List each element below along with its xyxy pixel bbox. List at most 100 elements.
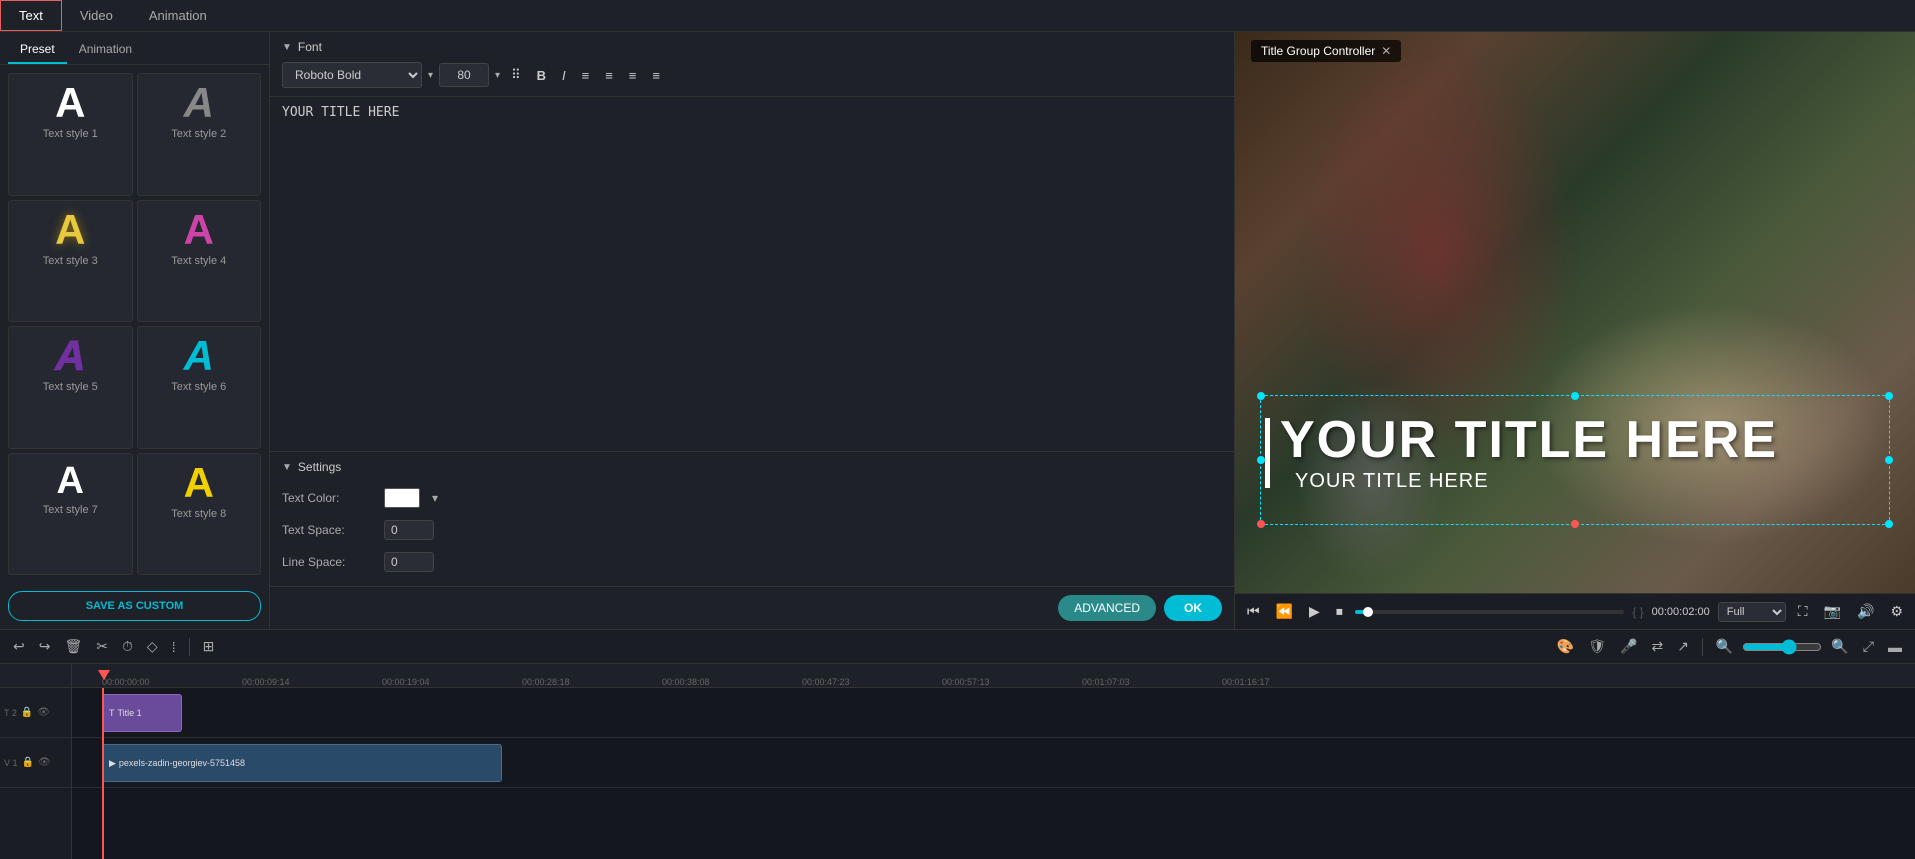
split-button[interactable]: ⁞ [167,637,181,657]
tab-animation-left[interactable]: Animation [67,36,144,64]
main-title-text: YOUR TITLE HERE YOUR TITLE HERE [1280,414,1778,493]
progress-thumb[interactable] [1363,607,1373,617]
style-card-s1[interactable]: AText style 1 [8,73,133,196]
tab-video[interactable]: Video [62,0,131,31]
ruler-spacer [0,664,71,688]
font-select[interactable]: Roboto Bold [282,62,422,88]
title-group-controller-badge: Title Group Controller ✕ [1251,40,1401,62]
title-clip[interactable]: T Title 1 [102,694,182,732]
text-color-label: Text Color: [282,491,372,505]
video-clip-icon: ▶ [109,758,116,769]
video-clip[interactable]: ▶ pexels-zadin-georgiev-5751458 [102,744,502,782]
tab-animation[interactable]: Animation [131,0,225,31]
style-card-s6[interactable]: AText style 6 [137,326,262,449]
style-label-s7: Text style 7 [43,504,98,516]
progress-bar[interactable] [1355,610,1624,614]
toolbar-separator-2 [1702,638,1703,656]
camera-button[interactable]: 📷 [1820,601,1845,622]
transition-button[interactable]: ⇄ [1646,636,1668,657]
settings-button[interactable]: ⚙ [1886,601,1907,622]
quality-select[interactable]: Full Half Quarter [1718,602,1786,622]
style-card-s2[interactable]: AText style 2 [137,73,262,196]
audio-button[interactable]: 🔊 [1853,601,1878,622]
tab-preset[interactable]: Preset [8,36,67,64]
align-center-button[interactable]: ≡ [600,65,618,86]
redo-button[interactable]: ↪ [34,636,56,657]
color-grading-button[interactable]: 🎨 [1552,636,1579,657]
font-select-arrow: ▾ [428,70,433,81]
title-clip-label: Title 1 [118,708,142,718]
style-card-s5[interactable]: AText style 5 [8,326,133,449]
timeline-ruler[interactable]: 00:00:00:00 00:00:09:14 00:00:19:04 00:0… [72,664,1915,688]
text-space-row: Text Space: [282,514,1222,546]
zoom-slider[interactable] [1742,639,1822,655]
center-bottom-bar: ADVANCED OK [270,586,1234,629]
ruler-tick-5: 00:00:47:23 [802,677,850,687]
ruler-tick-6: 00:00:57:13 [942,677,990,687]
handle-mid-left[interactable] [1257,456,1265,464]
text-space-input[interactable] [384,520,434,540]
save-as-custom-button[interactable]: SAVE AS CUSTOM [8,591,261,621]
multi-cam-button[interactable]: ⊞ [198,636,220,657]
style-card-s3[interactable]: AText style 3 [8,200,133,323]
handle-top-mid[interactable] [1571,392,1579,400]
time-display: 00:00:02:00 [1652,606,1710,618]
ruler-tick-2: 00:00:19:04 [382,677,430,687]
columns-icon[interactable]: ⠿ [506,64,526,86]
timeline-area: ↩ ↪ 🗑 ✂ ⏱ ◇ ⁞ ⊞ 🎨 🛡 🎤 ⇄ ↗ 🔍 🔍 ⤢ ▬ T 2 [0,629,1915,859]
color-dropdown-arrow[interactable]: ▾ [432,491,438,505]
style-letter-s2: A [184,82,214,124]
font-section: ▼ Font Roboto Bold ▾ ▾ ⠿ B I ≡ ≡ ≡ ≡ [270,32,1234,97]
stop-button[interactable]: ⏹ [1332,601,1347,622]
ruler-tick-1: 00:00:09:14 [242,677,290,687]
style-card-s4[interactable]: AText style 4 [137,200,262,323]
delete-button[interactable]: 🗑 [59,636,87,657]
align-left-button[interactable]: ≡ [577,65,595,86]
bold-button[interactable]: B [532,65,551,86]
track-eye-icon-2[interactable]: 👁 [37,707,50,718]
style-card-s7[interactable]: AText style 7 [8,453,133,576]
handle-bottom-left[interactable] [1257,520,1265,528]
fullscreen-button[interactable]: ⛶ [1794,601,1812,622]
style-label-s6: Text style 6 [171,381,226,393]
history-button[interactable]: ⏱ [117,636,138,657]
expand-button[interactable]: ▬ [1883,637,1907,657]
align-justify-button[interactable]: ≡ [647,65,665,86]
title-text-input[interactable]: YOUR TITLE HERE [282,105,1222,443]
track-lock-icon-1[interactable]: 🔒 [22,757,34,768]
track-eye-icon-1[interactable]: 👁 [38,757,51,768]
text-color-swatch[interactable] [384,488,420,508]
handle-top-left[interactable] [1257,392,1265,400]
style-card-s8[interactable]: AText style 8 [137,453,262,576]
handle-mid-right[interactable] [1885,456,1893,464]
handle-bottom-mid[interactable] [1571,520,1579,528]
mic-button[interactable]: 🎤 [1615,636,1642,657]
style-letter-s3: A [55,209,85,251]
zoom-in-button[interactable]: 🔍 [1826,636,1853,657]
snap-button[interactable]: ◇ [142,636,163,657]
undo-button[interactable]: ↩ [8,636,30,657]
align-right-button[interactable]: ≡ [624,65,642,86]
controller-close-icon[interactable]: ✕ [1381,44,1391,58]
handle-top-right[interactable] [1885,392,1893,400]
ok-button[interactable]: OK [1164,595,1222,621]
frame-back-button[interactable]: ⏪ [1272,601,1297,622]
skip-back-button[interactable]: ⏮ [1243,601,1264,622]
line-space-label: Line Space: [282,555,372,569]
italic-button[interactable]: I [557,65,571,86]
play-button[interactable]: ▶ [1305,601,1324,622]
track-lock-icon-2[interactable]: 🔒 [21,707,33,718]
tab-text[interactable]: Text [0,0,62,31]
font-size-input[interactable] [439,63,489,87]
cut-button[interactable]: ✂ [91,636,113,657]
handle-bottom-right[interactable] [1885,520,1893,528]
shield-button[interactable]: 🛡 [1583,636,1611,657]
line-space-input[interactable] [384,552,434,572]
export-button[interactable]: ↗ [1672,636,1694,657]
title-bar-line: YOUR TITLE HERE YOUR TITLE HERE [1265,414,1885,493]
fit-button[interactable]: ⤢ [1858,636,1879,657]
advanced-button[interactable]: ADVANCED [1058,595,1156,621]
font-toolbar: Roboto Bold ▾ ▾ ⠿ B I ≡ ≡ ≡ ≡ [282,62,1222,88]
zoom-out-button[interactable]: 🔍 [1711,636,1738,657]
ruler-tick-8: 00:01:16:17 [1222,677,1270,687]
